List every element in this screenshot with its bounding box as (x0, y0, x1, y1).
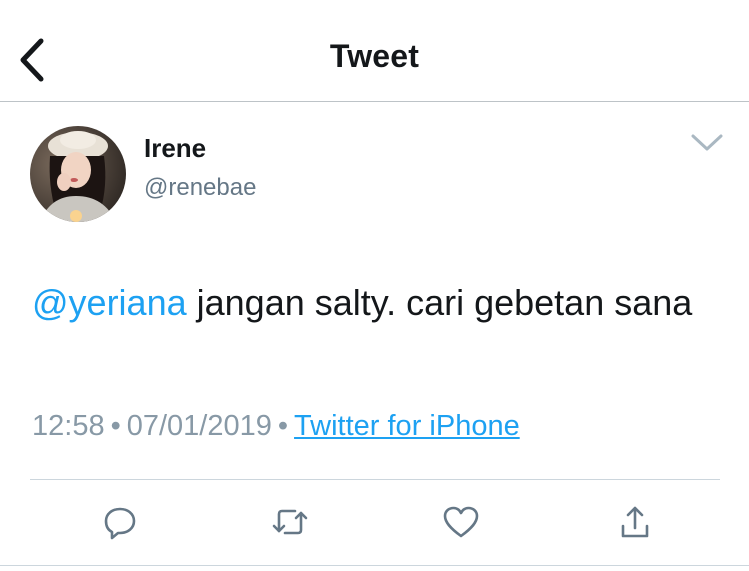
tweet-source-link[interactable]: Twitter for iPhone (294, 410, 520, 442)
retweet-icon (272, 509, 308, 535)
meta-separator: • (110, 410, 121, 442)
tweet-body: @yeriana jangan salty. cari gebetan sana (32, 276, 712, 330)
share-icon (621, 506, 649, 538)
share-button[interactable] (615, 502, 655, 542)
more-options-button[interactable] (690, 132, 724, 154)
tweet-date: 07/01/2019 (126, 410, 272, 442)
tweet-text: jangan salty. cari gebetan sana (186, 282, 693, 323)
meta-separator: • (277, 410, 289, 442)
reply-icon (104, 507, 136, 540)
chevron-down-icon (691, 134, 723, 151)
avatar-photo (30, 126, 126, 222)
author-name[interactable]: Irene (144, 133, 206, 164)
tweet-meta: 12:58 • 07/01/2019 • Twitter for iPhone (32, 410, 520, 443)
mention-link[interactable]: @yeriana (32, 282, 187, 323)
reply-button[interactable] (100, 502, 140, 542)
bottom-divider (0, 565, 749, 566)
avatar[interactable] (30, 126, 126, 222)
retweet-button[interactable] (270, 502, 310, 542)
author-handle[interactable]: @renebae (144, 174, 256, 202)
page-title: Tweet (329, 38, 420, 74)
like-button[interactable] (441, 502, 481, 542)
tweet-time: 12:58 (32, 410, 105, 442)
divider (30, 479, 720, 480)
heart-icon (443, 506, 479, 538)
top-bar: Tweet (0, 0, 749, 102)
